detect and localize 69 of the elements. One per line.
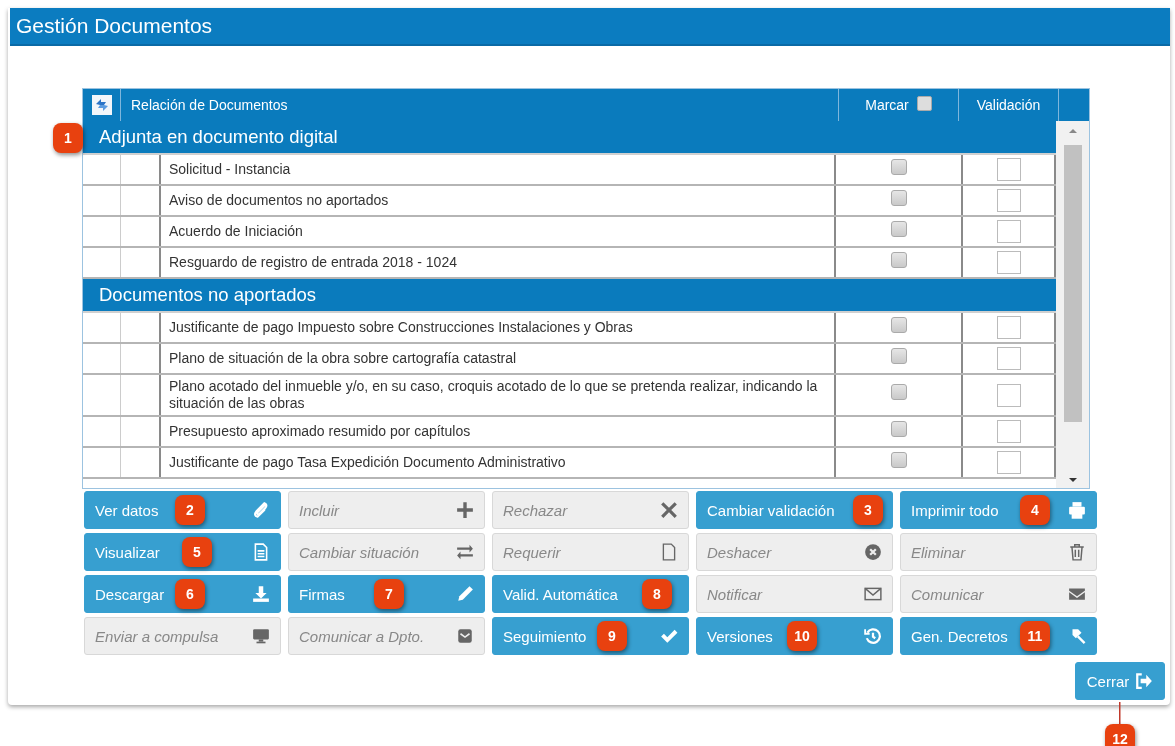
mark-checkbox[interactable] — [890, 220, 907, 237]
callout-badge: 2 — [175, 495, 205, 525]
callout-badge: 5 — [182, 537, 212, 567]
download-icon — [252, 585, 270, 603]
window-title: Gestión Documentos — [16, 14, 213, 38]
validation-checkbox[interactable] — [996, 189, 1021, 212]
validation-checkbox[interactable] — [996, 158, 1021, 181]
envelope-icon — [864, 585, 882, 603]
document-name: Solicitud - Instancia — [169, 161, 291, 178]
validation-checkbox[interactable] — [996, 347, 1021, 370]
circle-x-icon — [864, 543, 882, 561]
document-name: Acuerdo de Iniciación — [169, 223, 303, 240]
close-button[interactable]: Cerrar — [1075, 662, 1165, 700]
validation-checkbox[interactable] — [996, 383, 1021, 407]
mark-checkbox[interactable] — [890, 158, 907, 175]
document-name: Presupuesto aproximado resumido por capítulos — [169, 423, 471, 440]
callout-badge: 10 — [787, 621, 817, 651]
document-name: Justificante de pago Tasa Expedición Documento Administrativo — [169, 454, 566, 471]
history-icon — [864, 627, 882, 645]
scroll-up-icon[interactable] — [1067, 127, 1078, 135]
exit-icon — [1135, 672, 1154, 690]
document-name: Aviso de documentos no aportados — [169, 192, 389, 209]
close-icon — [660, 501, 678, 519]
mark-checkbox[interactable] — [890, 420, 907, 437]
mark-checkbox[interactable] — [890, 189, 907, 206]
mark-checkbox[interactable] — [890, 451, 907, 468]
document-name: Plano de situación de la obra sobre cartografía catastral — [169, 350, 517, 367]
validation-checkbox[interactable] — [996, 451, 1021, 474]
scroll-down-icon[interactable] — [1067, 476, 1078, 484]
plus-icon — [456, 501, 474, 519]
callout-badge: 6 — [175, 579, 205, 609]
callout-badge: 3 — [853, 495, 883, 525]
refresh-icon[interactable] — [91, 95, 112, 115]
file-icon — [660, 543, 678, 561]
validation-checkbox[interactable] — [996, 251, 1021, 274]
validation-checkbox[interactable] — [996, 316, 1021, 339]
column-header: Relación de Documentos — [131, 97, 288, 113]
select-all-checkbox[interactable] — [916, 95, 932, 111]
mark-checkbox[interactable] — [890, 384, 907, 400]
validation-checkbox[interactable] — [996, 420, 1021, 443]
mark-checkbox[interactable] — [890, 251, 907, 268]
pencil-icon — [456, 585, 474, 603]
column-header: Marcar — [865, 97, 909, 113]
printer-icon — [1068, 501, 1086, 519]
document-name: Plano acotado del inmueble y/o, en su caso, croquis acotado de lo que se pretenda realizar, indicando la situación de las obras — [169, 378, 819, 412]
callout-badge: 4 — [1020, 495, 1050, 525]
checkmark-icon — [660, 627, 678, 645]
envelope-icon — [456, 627, 474, 645]
swap-arrows-icon — [456, 543, 474, 561]
scrollbar[interactable] — [1056, 121, 1089, 488]
leader-line — [1119, 702, 1121, 724]
document-name: Justificante de pago Impuesto sobre Construcciones Instalaciones y Obras — [169, 319, 633, 336]
callout-badge: 11 — [1020, 621, 1050, 651]
callout-badge: 1 — [53, 123, 83, 153]
document-icon — [252, 543, 270, 561]
validation-checkbox[interactable] — [996, 220, 1021, 243]
callout-badge: 7 — [374, 579, 404, 609]
callout-badge: 9 — [597, 621, 627, 651]
mark-checkbox[interactable] — [890, 316, 907, 333]
document-name: Resguardo de registro de entrada 2018 - 1024 — [169, 254, 457, 271]
column-header: Validación — [976, 97, 1041, 113]
trash-icon — [1068, 543, 1086, 561]
group-title: Documentos no aportados — [99, 284, 316, 306]
monitor-icon — [252, 627, 270, 645]
callout-badge: 8 — [642, 579, 672, 609]
envelope-icon — [1068, 585, 1086, 603]
mark-checkbox[interactable] — [890, 347, 907, 364]
group-title: Adjunta en documento digital — [99, 126, 338, 148]
callout-badge: 12 — [1105, 724, 1135, 746]
